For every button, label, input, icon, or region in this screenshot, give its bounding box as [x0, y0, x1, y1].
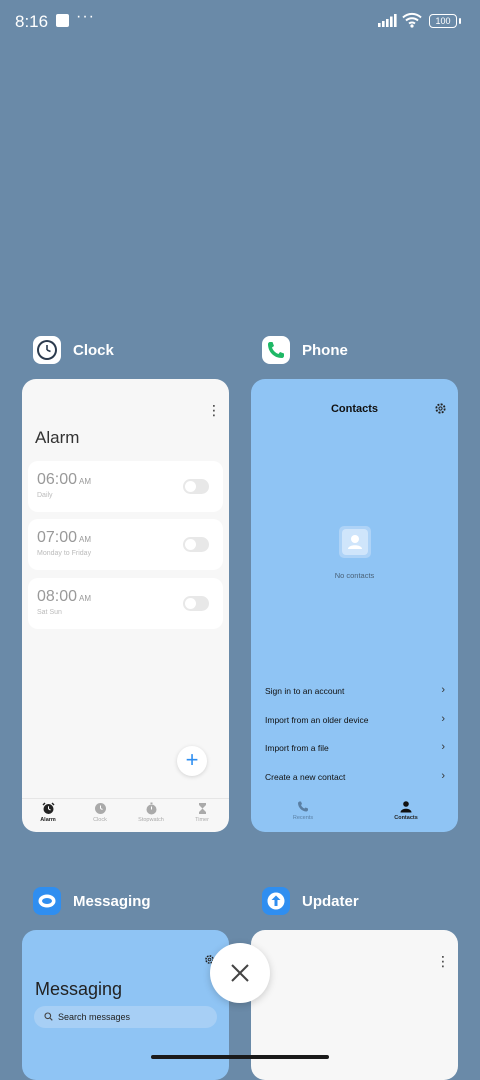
messaging-app-icon	[33, 887, 61, 915]
tab-label: Contacts	[394, 815, 418, 821]
phone-icon	[298, 801, 308, 812]
alarm-time: 08:00 AM	[37, 588, 92, 605]
home-indicator[interactable]	[151, 1055, 329, 1059]
tab-clock[interactable]: Clock	[75, 802, 125, 823]
close-all-button[interactable]	[210, 943, 270, 1003]
clock-app-icon	[33, 336, 61, 364]
alarm-time: 07:00 AM	[37, 529, 92, 546]
tab-label: Alarm	[40, 817, 56, 823]
alarm-toggle[interactable]	[183, 479, 209, 494]
clock-icon	[94, 803, 106, 814]
app-header-clock[interactable]: Clock	[33, 336, 183, 366]
app-title-phone: Phone	[302, 342, 348, 359]
action-label: Sign in to an account	[265, 686, 345, 696]
tab-timer[interactable]: Timer	[177, 802, 227, 823]
chevron-right-icon: ›	[441, 741, 445, 753]
alarm-toggle[interactable]	[183, 596, 209, 611]
status-time: 8:16	[15, 12, 49, 31]
status-bar: 8:16 ··· 100	[0, 0, 480, 44]
tab-label: Clock	[93, 817, 107, 823]
alarm-time: 06:00 AM	[37, 471, 92, 488]
import-file-item[interactable]: Import from a file ›	[265, 741, 445, 759]
more-dots-icon: ···	[76, 8, 95, 25]
alarm-repeat-label: Daily	[37, 492, 53, 499]
tab-alarm[interactable]: Alarm	[23, 802, 73, 823]
chevron-right-icon: ›	[441, 684, 445, 696]
empty-state-text: No contacts	[334, 571, 375, 580]
alarm-repeat-label: Monday to Friday	[37, 550, 92, 557]
signal-icon	[378, 14, 397, 27]
clock-app-card[interactable]: ⋮ Alarm 06:00 AM Daily 07:00 AM Monday to …	[22, 379, 229, 832]
battery-icon: 100	[429, 14, 461, 28]
wifi-icon	[402, 12, 422, 28]
chevron-right-icon: ›	[441, 770, 445, 782]
alarm-icon	[42, 802, 54, 814]
app-header-updater[interactable]: Updater	[262, 887, 412, 917]
gear-icon[interactable]	[434, 402, 447, 415]
more-options-icon[interactable]: ⋮	[436, 954, 450, 968]
more-options-icon[interactable]: ⋮	[207, 403, 221, 417]
hourglass-icon	[198, 803, 206, 814]
tab-label: Stopwatch	[138, 817, 164, 823]
updater-app-icon	[262, 887, 290, 915]
action-label: Import from a file	[265, 743, 329, 753]
app-header-messaging[interactable]: Messaging	[33, 887, 183, 917]
tab-recents[interactable]: Recents	[278, 800, 328, 821]
alarm-screen-title: Alarm	[35, 428, 80, 447]
app-title-updater: Updater	[302, 893, 359, 910]
search-messages-input[interactable]: Search messages	[34, 1006, 217, 1028]
tab-label: Recents	[292, 815, 314, 821]
alarm-item[interactable]: 06:00 AM Daily	[28, 461, 223, 512]
alarm-item[interactable]: 07:00 AM Monday to Friday	[28, 519, 223, 570]
sign-in-account-item[interactable]: Sign in to an account ›	[265, 684, 445, 702]
stopwatch-icon	[146, 802, 156, 815]
search-icon	[44, 1012, 53, 1021]
chevron-right-icon: ›	[441, 713, 445, 725]
notification-square-icon	[56, 14, 69, 27]
phone-app-icon	[262, 336, 290, 364]
tab-label: Timer	[195, 817, 209, 823]
person-icon	[400, 801, 412, 813]
app-title-messaging: Messaging	[73, 893, 151, 910]
alarm-item[interactable]: 08:00 AM Sat Sun	[28, 578, 223, 629]
add-alarm-button[interactable]: +	[177, 746, 207, 776]
messaging-screen-title: Messaging	[35, 979, 123, 999]
alarm-toggle[interactable]	[183, 537, 209, 552]
empty-contacts-icon	[339, 526, 371, 558]
search-placeholder: Search messages	[58, 1012, 131, 1022]
app-header-phone[interactable]: Phone	[262, 336, 412, 366]
clock-bottom-nav: Alarm Clock Stopwatch Timer	[22, 798, 229, 832]
phone-app-card[interactable]: Contacts No contacts Sign in to an accou…	[251, 379, 458, 832]
tab-contacts[interactable]: Contacts	[381, 800, 431, 821]
alarm-repeat-label: Sat Sun	[37, 609, 62, 616]
create-contact-item[interactable]: Create a new contact ›	[265, 770, 445, 788]
close-icon	[231, 964, 249, 982]
action-label: Create a new contact	[265, 772, 346, 782]
action-label: Import from an older device	[265, 715, 369, 725]
contacts-screen-title: Contacts	[330, 403, 379, 415]
tab-stopwatch[interactable]: Stopwatch	[126, 802, 176, 823]
import-older-device-item[interactable]: Import from an older device ›	[265, 713, 445, 731]
app-title-clock: Clock	[73, 342, 114, 359]
